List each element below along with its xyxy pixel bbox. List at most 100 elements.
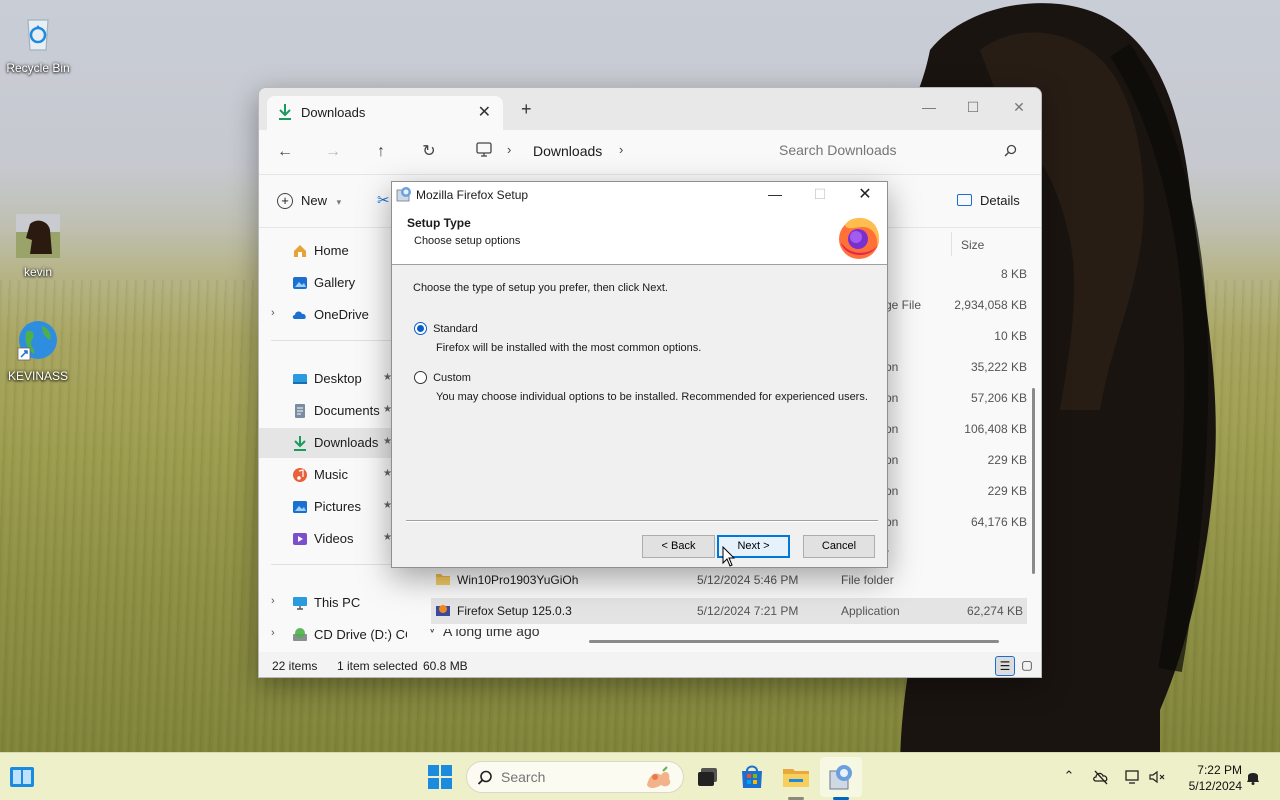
taskbar-search-box[interactable] — [466, 761, 684, 793]
sidebar-item-label: CD Drive (D:) CC — [314, 627, 415, 642]
chevron-up-icon[interactable]: ⌃ — [1060, 768, 1078, 786]
back-button[interactable]: < Back — [642, 535, 715, 558]
selected-count: 1 item selected — [337, 659, 418, 673]
maximize-button[interactable]: ☐ — [951, 94, 995, 120]
close-button[interactable]: ✕ — [842, 182, 888, 207]
chevron-right-icon[interactable]: › — [271, 627, 275, 639]
file-size: 57,206 KB — [970, 391, 1027, 405]
desktop-icon-kevinass[interactable]: KEVINASS — [0, 318, 76, 383]
column-header-size[interactable]: Size — [961, 238, 984, 252]
search-icon — [477, 770, 492, 785]
maximize-button: ☐ — [813, 186, 827, 202]
up-arrow-icon[interactable]: ↑ — [369, 140, 393, 164]
sidebar-item-documents[interactable]: Documents ★ — [259, 396, 407, 426]
firefox-logo-icon — [839, 217, 880, 259]
chevron-right-icon[interactable]: › — [619, 142, 623, 157]
close-tab-icon[interactable]: ✕ — [478, 102, 491, 122]
chevron-right-icon[interactable]: › — [271, 595, 275, 607]
breadcrumb-downloads[interactable]: Downloads — [533, 143, 602, 159]
recycle-bin-icon — [27, 19, 49, 51]
horse-thumbnail-icon — [16, 214, 60, 258]
desktop-icon-label: Recycle Bin — [6, 61, 70, 75]
home-icon — [292, 243, 308, 259]
tab-downloads[interactable]: Downloads ✕ — [267, 96, 503, 130]
setup-type-heading: Setup Type — [407, 216, 471, 230]
custom-radio-button[interactable] — [414, 371, 427, 384]
chevron-right-icon[interactable]: › — [271, 307, 275, 319]
table-row-folder[interactable]: Win10Pro1903YuGiOh 5/12/2024 5:46 PM Fil… — [431, 567, 1027, 593]
file-explorer-icon[interactable] — [780, 761, 812, 793]
sidebar-item-this-pc[interactable]: › This PC — [259, 588, 407, 618]
forward-arrow-icon[interactable]: → — [321, 140, 345, 164]
horizontal-scrollbar[interactable] — [589, 640, 999, 643]
monitor-icon — [476, 142, 492, 157]
notification-bell-icon[interactable] — [1244, 768, 1262, 786]
desktop-icon-recycle-bin[interactable]: Recycle Bin — [0, 10, 76, 75]
onedrive-offline-icon[interactable] — [1092, 768, 1110, 786]
cancel-button[interactable]: Cancel — [803, 535, 875, 558]
volume-muted-icon[interactable] — [1148, 768, 1166, 786]
back-arrow-icon[interactable]: ← — [273, 140, 297, 164]
firefox-setup-dialog: Mozilla Firefox Setup — ☐ ✕ Setup Type C… — [391, 181, 888, 568]
firefox-installer-taskbar-icon[interactable] — [825, 761, 857, 793]
cut-icon[interactable]: ✂ — [377, 191, 390, 209]
start-windows-icon[interactable] — [424, 761, 456, 793]
minimize-button[interactable]: — — [752, 182, 798, 207]
sidebar-item-music[interactable]: Music ★ — [259, 460, 407, 490]
close-window-button[interactable]: ✕ — [997, 94, 1041, 120]
dialog-title: Mozilla Firefox Setup — [416, 188, 529, 202]
widgets-icon[interactable] — [6, 761, 38, 793]
sidebar-item-gallery[interactable]: Gallery — [259, 268, 407, 298]
address-bar[interactable]: › Downloads › — [463, 136, 763, 166]
sidebar-item-home[interactable]: Home — [259, 236, 407, 266]
network-icon[interactable] — [1124, 768, 1142, 786]
taskbar-search-input[interactable] — [501, 769, 611, 785]
details-view-icon[interactable]: ☰ — [995, 656, 1015, 676]
microsoft-store-icon[interactable] — [736, 761, 768, 793]
search-input[interactable] — [779, 142, 989, 158]
sidebar-item-label: Music — [314, 467, 348, 482]
sidebar-item-label: Home — [314, 243, 349, 258]
standard-radio-option[interactable]: Standard — [414, 322, 478, 335]
dialog-titlebar: Mozilla Firefox Setup — ☐ ✕ — [392, 182, 887, 207]
sidebar-item-pictures[interactable]: Pictures ★ — [259, 492, 407, 522]
custom-radio-option[interactable]: Custom — [414, 371, 471, 384]
search-downloads-box[interactable] — [771, 136, 1031, 166]
sidebar-item-cd-drive[interactable]: › CD Drive (D:) CC — [259, 620, 414, 650]
chevron-right-icon[interactable]: › — [507, 142, 511, 157]
standard-label[interactable]: Standard — [433, 323, 478, 335]
vertical-scrollbar[interactable] — [1032, 388, 1035, 574]
sidebar-item-videos[interactable]: Videos ★ — [259, 524, 407, 554]
minimize-button[interactable]: — — [907, 94, 951, 120]
custom-label[interactable]: Custom — [433, 372, 471, 384]
download-icon — [292, 435, 308, 451]
refresh-icon[interactable]: ↻ — [417, 140, 441, 164]
desktop-icon-kevin[interactable]: kevin — [0, 214, 76, 279]
details-button[interactable]: Details — [957, 193, 1020, 208]
new-tab-button[interactable]: + — [521, 99, 532, 120]
clock-date: 5/12/2024 — [1188, 779, 1242, 793]
sidebar-item-desktop[interactable]: Desktop ★ — [259, 364, 407, 394]
file-name: Firefox Setup 125.0.3 — [457, 604, 572, 618]
tiles-view-icon[interactable]: ▢ — [1017, 656, 1037, 676]
tab-label: Downloads — [301, 105, 366, 120]
custom-description: You may choose individual options to be … — [436, 391, 868, 403]
table-row-selected[interactable]: Firefox Setup 125.0.3 5/12/2024 7:21 PM … — [431, 598, 1027, 624]
file-type: Application — [841, 604, 900, 618]
sidebar-item-onedrive[interactable]: › OneDrive — [259, 300, 407, 330]
standard-radio-button[interactable] — [414, 322, 427, 335]
sidebar-item-label: Gallery — [314, 275, 356, 290]
sidebar-item-downloads[interactable]: Downloads ★ — [259, 428, 407, 458]
videos-icon — [292, 531, 308, 547]
documents-icon — [292, 403, 308, 419]
this-pc-icon — [292, 595, 308, 611]
status-bar: 22 items 1 item selected 60.8 MB ☰ ▢ — [259, 652, 1041, 677]
new-button[interactable]: + New ▾ — [277, 193, 341, 209]
mouse-pointer-icon — [722, 546, 736, 567]
task-view-icon[interactable] — [692, 761, 724, 793]
file-size: 64,176 KB — [970, 515, 1027, 529]
system-clock[interactable]: 7:22 PM 5/12/2024 — [1172, 762, 1242, 794]
gallery-icon — [292, 275, 308, 291]
clock-time: 7:22 PM — [1197, 763, 1242, 777]
group-header-label: A long time ago — [443, 629, 540, 639]
